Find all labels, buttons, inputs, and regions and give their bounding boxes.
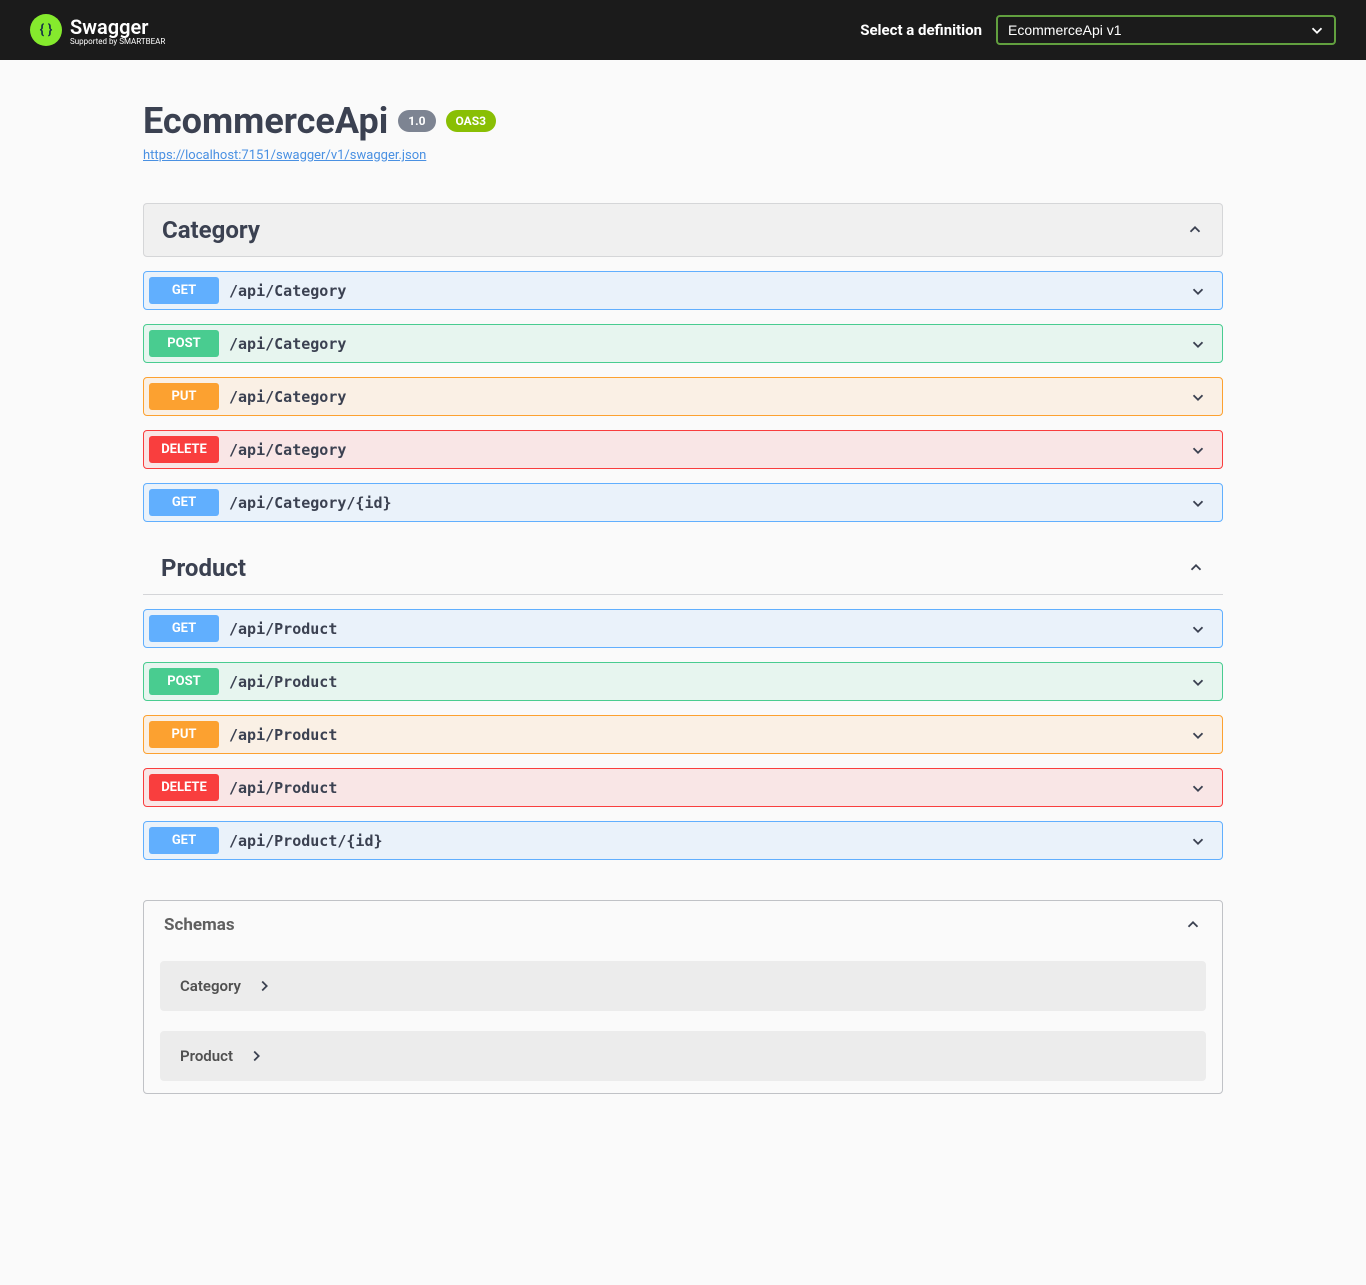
- swagger-icon: { }: [30, 14, 62, 46]
- chevron-down-icon: [1189, 673, 1207, 691]
- chevron-down-icon: [1189, 335, 1207, 353]
- operation-put-category[interactable]: PUT/api/Category: [143, 377, 1223, 416]
- method-badge: PUT: [149, 721, 219, 748]
- api-title-row: EcommerceApi 1.0 OAS3: [143, 100, 1223, 142]
- method-badge: POST: [149, 668, 219, 695]
- chevron-down-icon: [1189, 494, 1207, 512]
- schema-item-category[interactable]: Category: [160, 961, 1206, 1011]
- method-badge: POST: [149, 330, 219, 357]
- chevron-up-icon: [1187, 559, 1205, 577]
- operation-path: /api/Category: [229, 282, 1189, 300]
- chevron-down-icon: [1189, 441, 1207, 459]
- tag-name: Product: [161, 554, 246, 582]
- operation-delete-product[interactable]: DELETE/api/Product: [143, 768, 1223, 807]
- brand-name: Swagger: [70, 15, 165, 39]
- chevron-down-icon: [1189, 779, 1207, 797]
- tag-section-category: CategoryGET/api/CategoryPOST/api/Categor…: [143, 203, 1223, 522]
- operation-path: /api/Product: [229, 779, 1189, 797]
- tag-name: Category: [162, 216, 260, 244]
- operation-post-product[interactable]: POST/api/Product: [143, 662, 1223, 701]
- method-badge: DELETE: [149, 774, 219, 801]
- schemas-header[interactable]: Schemas: [144, 901, 1222, 949]
- brand-sub: Supported by SMARTBEAR: [70, 37, 165, 46]
- operation-path: /api/Product: [229, 726, 1189, 744]
- schemas-body: Category Product: [144, 949, 1222, 1093]
- chevron-up-icon: [1186, 221, 1204, 239]
- operation-path: /api/Product: [229, 620, 1189, 638]
- topbar-right: Select a definition EcommerceApi v1: [860, 15, 1336, 45]
- operation-path: /api/Category: [229, 441, 1189, 459]
- operation-path: /api/Product: [229, 673, 1189, 691]
- operation-path: /api/Category: [229, 335, 1189, 353]
- schema-item-product[interactable]: Product: [160, 1031, 1206, 1081]
- chevron-down-icon: [1189, 620, 1207, 638]
- api-title: EcommerceApi: [143, 100, 388, 142]
- topbar: { } Swagger Supported by SMARTBEAR Selec…: [0, 0, 1366, 60]
- version-badge: 1.0: [398, 110, 435, 132]
- topbar-left: { } Swagger Supported by SMARTBEAR: [30, 14, 165, 46]
- chevron-right-icon: [255, 977, 273, 995]
- definition-select-label: Select a definition: [860, 21, 982, 39]
- operation-post-category[interactable]: POST/api/Category: [143, 324, 1223, 363]
- operation-list: GET/api/ProductPOST/api/ProductPUT/api/P…: [143, 609, 1223, 860]
- tags-root: CategoryGET/api/CategoryPOST/api/Categor…: [143, 203, 1223, 860]
- api-info: EcommerceApi 1.0 OAS3 https://localhost:…: [143, 100, 1223, 163]
- definition-select-wrap: EcommerceApi v1: [996, 15, 1336, 45]
- operation-path: /api/Category: [229, 388, 1189, 406]
- chevron-down-icon: [1189, 282, 1207, 300]
- method-badge: GET: [149, 489, 219, 516]
- spec-url-link[interactable]: https://localhost:7151/swagger/v1/swagge…: [143, 148, 426, 163]
- schemas-title: Schemas: [164, 915, 235, 935]
- definition-select[interactable]: EcommerceApi v1: [996, 15, 1336, 45]
- operation-get-category[interactable]: GET/api/Category: [143, 271, 1223, 310]
- operation-get-category[interactable]: GET/api/Category/{id}: [143, 483, 1223, 522]
- schema-name: Product: [180, 1047, 233, 1065]
- operation-path: /api/Category/{id}: [229, 494, 1189, 512]
- method-badge: GET: [149, 615, 219, 642]
- operation-get-product[interactable]: GET/api/Product: [143, 609, 1223, 648]
- chevron-down-icon: [1189, 726, 1207, 744]
- chevron-right-icon: [247, 1047, 265, 1065]
- operation-get-product[interactable]: GET/api/Product/{id}: [143, 821, 1223, 860]
- method-badge: DELETE: [149, 436, 219, 463]
- chevron-up-icon: [1184, 916, 1202, 934]
- schemas-section: Schemas Category Product: [143, 900, 1223, 1094]
- schema-name: Category: [180, 977, 241, 995]
- method-badge: GET: [149, 277, 219, 304]
- chevron-down-icon: [1189, 388, 1207, 406]
- method-badge: PUT: [149, 383, 219, 410]
- operation-delete-category[interactable]: DELETE/api/Category: [143, 430, 1223, 469]
- swagger-logo[interactable]: { } Swagger Supported by SMARTBEAR: [30, 14, 165, 46]
- swagger-title-wrap: Swagger Supported by SMARTBEAR: [70, 15, 165, 46]
- operation-put-product[interactable]: PUT/api/Product: [143, 715, 1223, 754]
- tag-section-product: ProductGET/api/ProductPOST/api/ProductPU…: [143, 542, 1223, 860]
- tag-header-category[interactable]: Category: [143, 203, 1223, 257]
- oas-badge: OAS3: [446, 110, 497, 132]
- method-badge: GET: [149, 827, 219, 854]
- operation-path: /api/Product/{id}: [229, 832, 1189, 850]
- main-container: EcommerceApi 1.0 OAS3 https://localhost:…: [133, 60, 1233, 1124]
- tag-header-product[interactable]: Product: [143, 542, 1223, 595]
- chevron-down-icon: [1189, 832, 1207, 850]
- operation-list: GET/api/CategoryPOST/api/CategoryPUT/api…: [143, 271, 1223, 522]
